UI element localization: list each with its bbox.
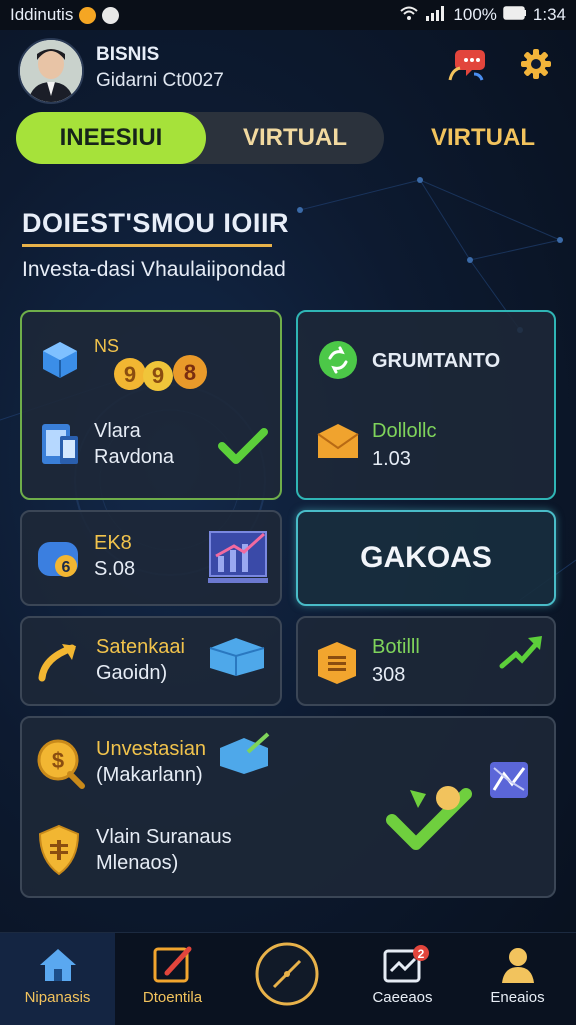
nav-caeeaos-badge: 2: [418, 947, 425, 961]
signal-icon: [425, 5, 447, 26]
coin-3: 8: [184, 360, 196, 385]
box-icon: [208, 634, 266, 683]
tab-virtual-secondary[interactable]: VIRTUAL: [400, 112, 566, 164]
card-wide-line4: Mlenaos): [96, 852, 179, 874]
checkmark-icon: [218, 426, 268, 471]
nav-eneaios-label: Eneaios: [490, 989, 545, 1006]
wifi-icon: [399, 5, 419, 26]
user-icon: [500, 945, 536, 990]
status-left-text: Iddinutis: [10, 5, 74, 24]
nav-eneaios[interactable]: Eneaios: [460, 933, 575, 1025]
svg-text:$: $: [52, 748, 64, 773]
shield-icon: [36, 824, 82, 881]
card-satenkaai-line1: Satenkaai: [96, 636, 185, 658]
card-ek-line1: EK8: [94, 532, 132, 554]
settings-button[interactable]: [514, 44, 558, 88]
status-bar: Iddinutis 100% 1:34: [0, 0, 576, 30]
profile-subtitle: Gidarni Ct0027: [96, 70, 224, 91]
cube-icon: [40, 340, 80, 385]
nav-dtoentila-label: Dtoentila: [142, 989, 203, 1006]
gakoas-label: GAKOAS: [360, 541, 492, 574]
card-wide-line1: Unvestasian: [96, 738, 207, 760]
nav-nipanasis[interactable]: Nipanasis: [0, 933, 115, 1025]
card-satenkaai[interactable]: Satenkaai Gaoidn): [20, 616, 282, 706]
card-ns-line1: Vlara: [94, 420, 141, 442]
tab-bar: INEESIUI VIRTUAL: [16, 112, 384, 164]
edit-icon: [153, 945, 193, 990]
card-grumtanto[interactable]: GRUMTANTO Dollollc 1.03: [296, 310, 556, 500]
app-notification-icon: [102, 6, 120, 24]
compass-icon: [254, 941, 320, 1012]
device-icon: [40, 420, 80, 473]
notification-icon: [79, 6, 97, 24]
card-ns-line2: Ravdona: [94, 446, 175, 468]
mail-chart-icon: [488, 760, 530, 805]
coin-search-icon: $: [36, 738, 86, 795]
ledger-icon: [314, 640, 360, 691]
card-ns[interactable]: NS 9 9 8 Vlara Ravdona: [20, 310, 282, 500]
card-grumtanto-title: GRUMTANTO: [372, 350, 501, 372]
battery-percent: 100%: [453, 5, 497, 24]
gear-icon: [518, 46, 554, 87]
chart-icon: 2: [383, 945, 429, 990]
header: BISNIS Gidarni Ct0027: [0, 30, 576, 110]
profile-name: BISNIS: [96, 44, 160, 65]
nav-caeeaos[interactable]: 2 Caeeaos: [345, 933, 460, 1025]
card-grumtanto-line1: Dollollc: [372, 420, 437, 442]
box-check-icon: [218, 732, 272, 781]
refresh-icon: [318, 340, 358, 385]
card-botill-line1: Botilll: [372, 636, 420, 658]
home-icon: [38, 947, 78, 988]
avatar[interactable]: [18, 38, 84, 104]
wallet-icon: 6: [36, 536, 82, 587]
nav-compass[interactable]: [230, 933, 345, 1025]
growth-chart-icon: [208, 526, 270, 591]
battery-icon: [503, 5, 527, 25]
envelope-icon: [316, 422, 360, 467]
card-investasian[interactable]: $ Unvestasian (Makarlann) Vlain Suranaus…: [20, 716, 556, 898]
gakoas-button[interactable]: GAKOAS: [296, 510, 556, 606]
card-wide-line2: (Makarlann): [96, 764, 203, 786]
coin-2: 9: [152, 363, 164, 388]
nav-nipanasis-label: Nipanasis: [24, 989, 91, 1006]
coin-1: 9: [124, 362, 136, 387]
big-checkmark-icon: [386, 780, 472, 859]
phone-arrow-icon: [36, 640, 80, 689]
section-subtitle: Investa-dasi Vhaulaiipondad: [22, 258, 286, 281]
nav-caeeaos-label: Caeeaos: [372, 989, 433, 1006]
chat-icon: [446, 44, 486, 89]
card-botill-line2: 308: [372, 664, 406, 686]
nav-dtoentila[interactable]: Dtoentila: [115, 933, 230, 1025]
card-ek[interactable]: 6 EK8 S.08: [20, 510, 282, 606]
card-grumtanto-line2: 1.03: [372, 448, 411, 470]
coins-icon: 9 9 8: [110, 352, 220, 405]
card-botill[interactable]: Botilll 308: [296, 616, 556, 706]
section-title: DOIEST'SMOU IOIIR: [22, 208, 289, 238]
bottom-nav: Nipanasis Dtoentila 2 Caeeaos Eneaios: [0, 932, 576, 1025]
tab-virtual[interactable]: VIRTUAL: [206, 112, 384, 164]
card-satenkaai-line2: Gaoidn): [96, 662, 168, 684]
chat-button[interactable]: [444, 44, 488, 88]
card-ek-line2: S.08: [94, 558, 136, 580]
clock: 1:34: [532, 5, 566, 24]
wallet-badge: 6: [62, 559, 71, 576]
tab-ineesiui[interactable]: INEESIUI: [16, 112, 206, 164]
card-wide-line3: Vlain Suranaus: [96, 826, 232, 848]
section-title-underline: [22, 244, 272, 247]
trend-arrow-icon: [498, 632, 544, 677]
